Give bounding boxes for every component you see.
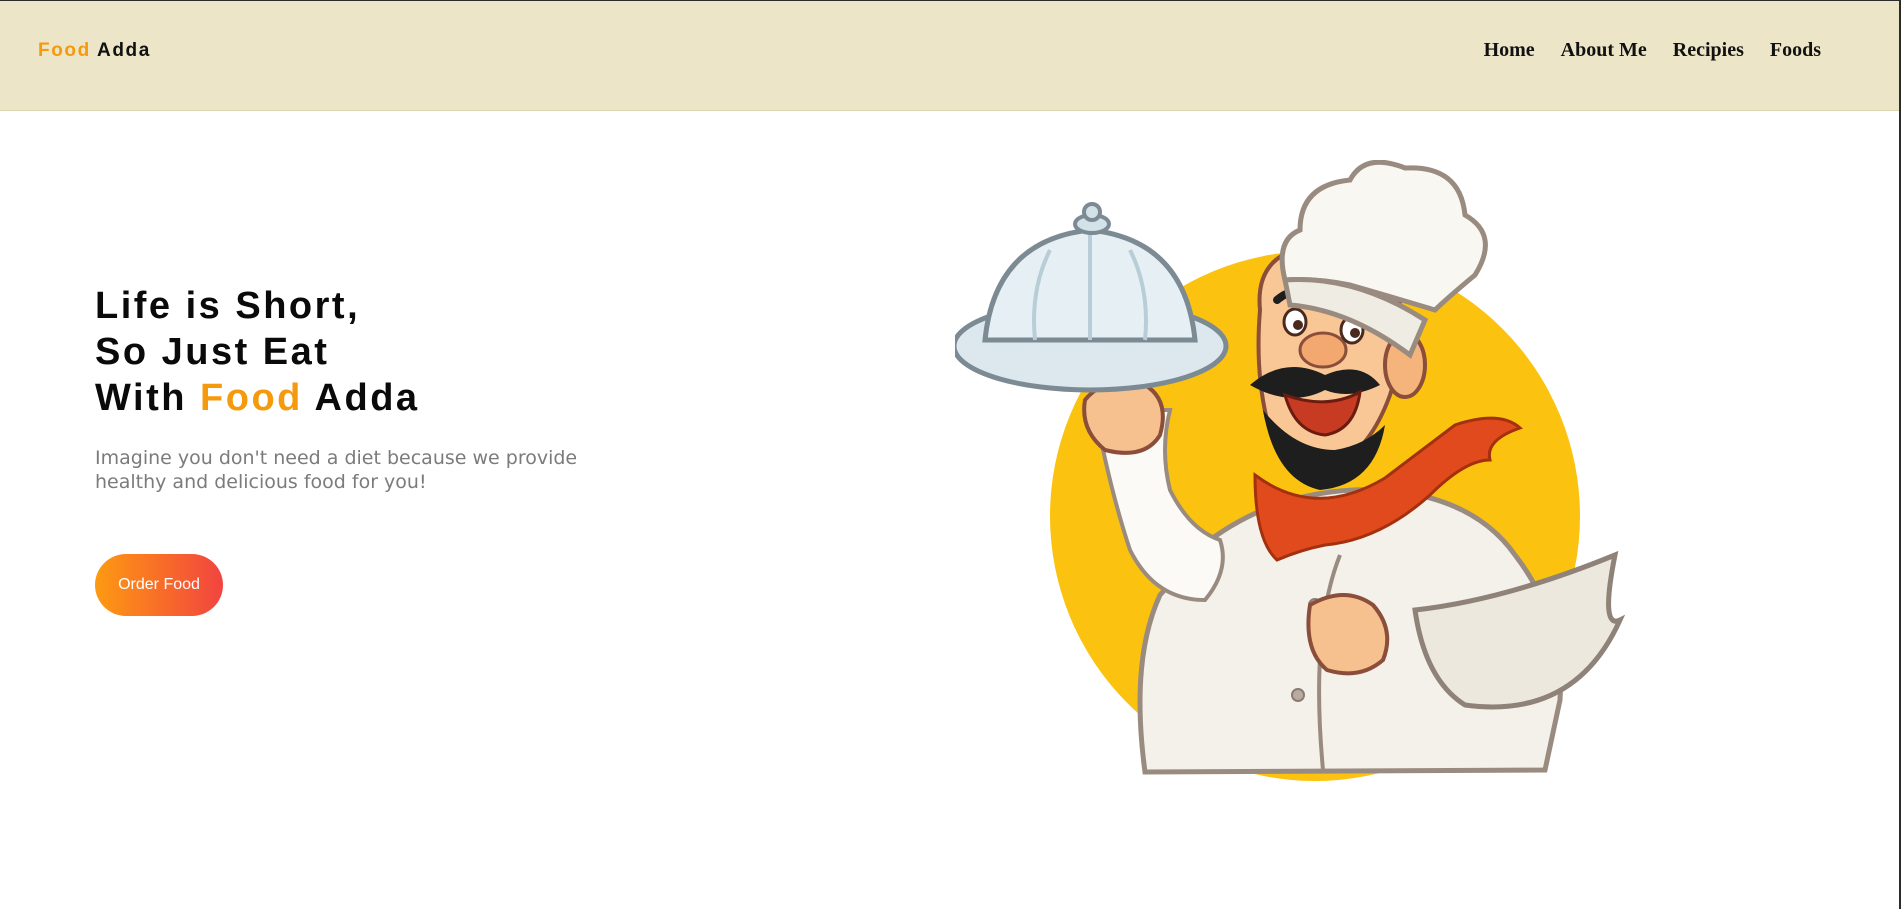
navbar: Food Adda Home About Me Recipies Foods xyxy=(0,0,1899,111)
hero-title-line-2: So Just Eat xyxy=(95,331,330,373)
hero-title-line-3: With Food Adda xyxy=(95,375,420,421)
nav-link-foods[interactable]: Foods xyxy=(1770,39,1821,62)
hero-title: Life is Short, So Just Eat With Food Add… xyxy=(95,283,420,421)
nav-links: Home About Me Recipies Foods xyxy=(1484,39,1821,62)
page: Food Adda Home About Me Recipies Foods L… xyxy=(0,0,1901,909)
nav-link-home[interactable]: Home xyxy=(1484,39,1535,62)
hero-subtitle: Imagine you don't need a diet because we… xyxy=(95,447,578,493)
hero-title-adda: Adda xyxy=(314,377,420,419)
hero-title-accent: Food xyxy=(200,377,303,419)
chef-illustration xyxy=(955,160,1626,781)
nav-link-about-me[interactable]: About Me xyxy=(1561,39,1647,62)
nav-link-recipies[interactable]: Recipies xyxy=(1673,39,1744,62)
order-food-button[interactable]: Order Food xyxy=(95,554,223,616)
logo-text: Adda xyxy=(97,40,151,61)
logo[interactable]: Food Adda xyxy=(38,40,151,62)
hero-title-with: With xyxy=(95,377,187,419)
hero-title-line-1: Life is Short, xyxy=(95,285,361,327)
logo-accent: Food xyxy=(38,40,91,61)
